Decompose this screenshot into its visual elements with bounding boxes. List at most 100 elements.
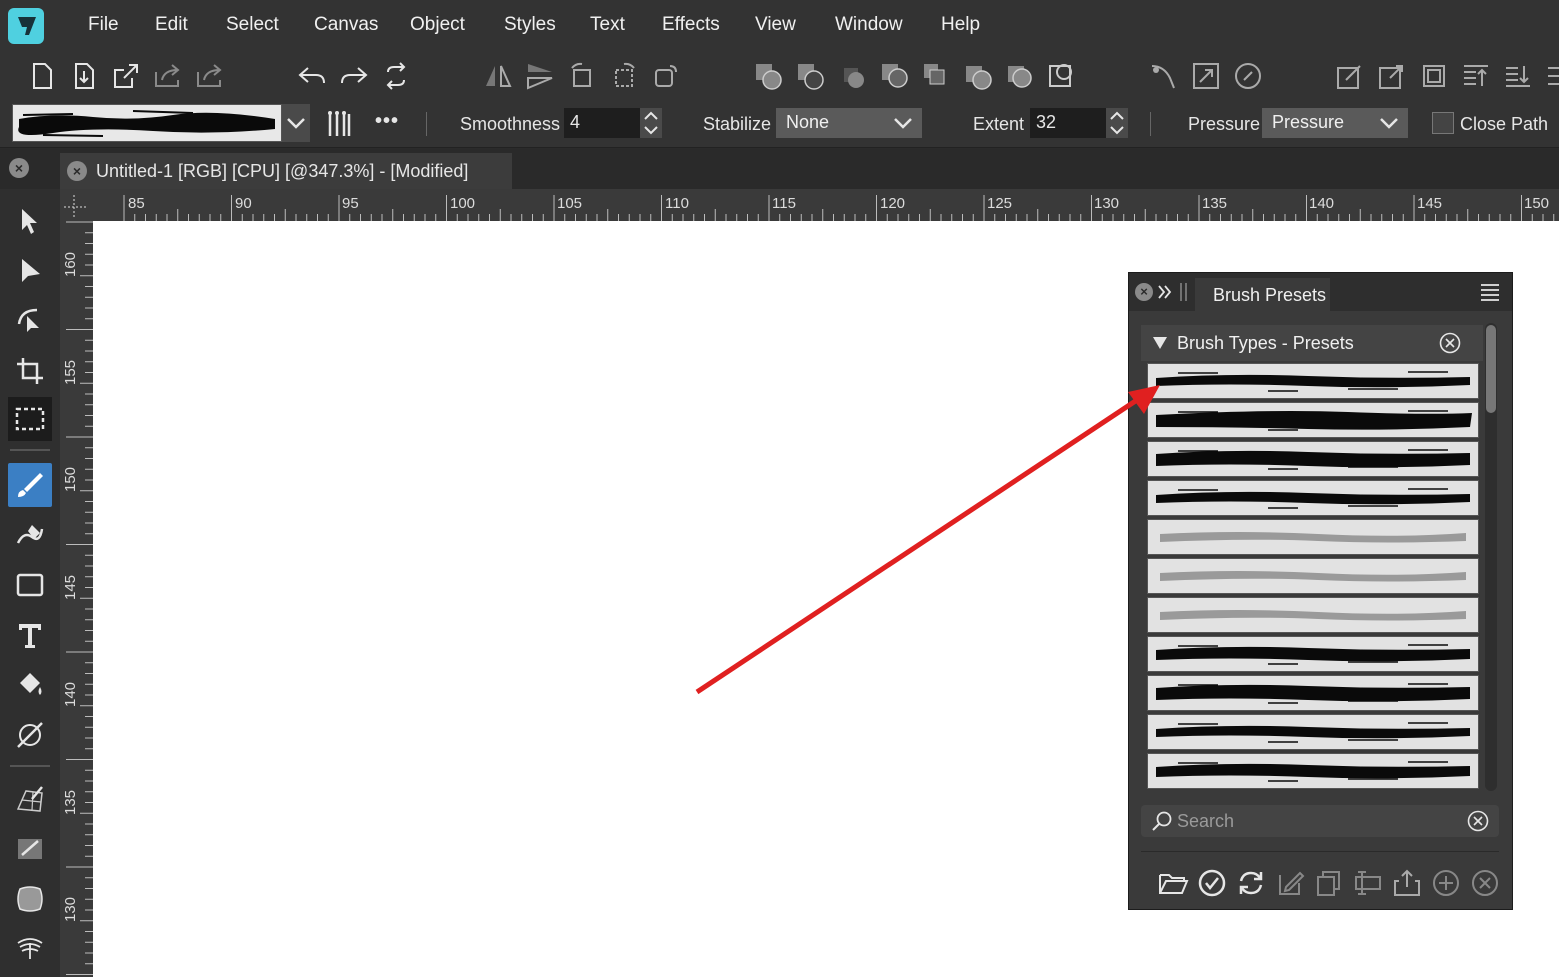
- menu-window[interactable]: Window: [835, 14, 903, 36]
- share-icon[interactable]: [152, 60, 184, 92]
- tab-brush-presets[interactable]: Brush Presets: [1195, 278, 1330, 311]
- stabilize-select[interactable]: None: [776, 108, 922, 138]
- brush-preset-item[interactable]: [1147, 597, 1479, 633]
- gradient-tool-icon[interactable]: [8, 713, 52, 757]
- brush-preview[interactable]: [12, 104, 282, 142]
- app-logo-icon[interactable]: [8, 8, 44, 44]
- boolean-subtract-icon[interactable]: [794, 60, 826, 92]
- brush-preset-item[interactable]: [1147, 558, 1479, 594]
- menu-object[interactable]: Object: [410, 14, 465, 36]
- refresh-icon[interactable]: [1235, 867, 1267, 899]
- boolean-intersect-icon[interactable]: [836, 60, 868, 92]
- arrange-front-icon[interactable]: [1376, 60, 1408, 92]
- close-panel-icon[interactable]: ×: [9, 158, 29, 178]
- redo-icon[interactable]: [338, 60, 370, 92]
- brush-dropdown-button[interactable]: [282, 104, 310, 142]
- boolean-add-icon[interactable]: [752, 60, 784, 92]
- rename-icon[interactable]: [1352, 867, 1384, 899]
- mesh-warp-tool-icon[interactable]: [8, 777, 52, 821]
- share-alt-icon[interactable]: [194, 60, 226, 92]
- rotate-left-icon[interactable]: [566, 60, 598, 92]
- undo-icon[interactable]: [296, 60, 328, 92]
- vertical-ruler[interactable]: 160 155 150 145 140 135 130: [60, 221, 93, 977]
- close-tab-icon[interactable]: ×: [67, 161, 87, 181]
- brush-preset-item[interactable]: [1147, 402, 1479, 438]
- brush-tools-icon[interactable]: [325, 108, 353, 140]
- link-icon[interactable]: [1232, 60, 1264, 92]
- menu-edit[interactable]: Edit: [155, 14, 188, 36]
- vector-crop-tool-icon[interactable]: [8, 877, 52, 921]
- export-icon[interactable]: [110, 60, 142, 92]
- extent-stepper[interactable]: [1106, 108, 1128, 138]
- transparency-tool-icon[interactable]: [8, 827, 52, 871]
- join-icon[interactable]: [1004, 60, 1036, 92]
- transform-icon[interactable]: [650, 60, 682, 92]
- clear-search-icon[interactable]: [1467, 810, 1489, 832]
- menu-help[interactable]: Help: [941, 14, 980, 36]
- flip-vertical-icon[interactable]: [524, 60, 556, 92]
- align-top-icon[interactable]: [1460, 60, 1492, 92]
- brush-preset-item[interactable]: [1147, 480, 1479, 516]
- snapping-icon[interactable]: [1148, 60, 1180, 92]
- horizontal-ruler[interactable]: 85 90 95 100 105 110 115 120 125 130 135…: [60, 189, 1559, 221]
- rectangle-tool-icon[interactable]: [8, 563, 52, 607]
- edit-icon[interactable]: [1274, 867, 1306, 899]
- layers-icon[interactable]: [1418, 60, 1450, 92]
- repeat-icon[interactable]: [380, 60, 412, 92]
- node-tool-icon[interactable]: [8, 249, 52, 293]
- rotate-right-icon[interactable]: [608, 60, 640, 92]
- export-share-icon[interactable]: [1391, 867, 1423, 899]
- arrange-back-icon[interactable]: [1334, 60, 1366, 92]
- combine-icon[interactable]: [962, 60, 994, 92]
- text-tool-icon[interactable]: [8, 613, 52, 657]
- more-options-icon[interactable]: •••: [375, 110, 399, 133]
- panel-scrollbar[interactable]: [1485, 323, 1497, 791]
- align-bottom-icon[interactable]: [1502, 60, 1534, 92]
- corner-tool-icon[interactable]: [8, 299, 52, 343]
- brush-preset-item[interactable]: [1147, 753, 1479, 789]
- align-more-icon[interactable]: [1544, 60, 1559, 92]
- brush-preset-item[interactable]: [1147, 636, 1479, 672]
- menu-select[interactable]: Select: [226, 14, 279, 36]
- boolean-divide-icon[interactable]: [920, 60, 952, 92]
- duplicate-icon[interactable]: [1313, 867, 1345, 899]
- drag-handle-icon[interactable]: [1179, 281, 1189, 303]
- menu-view[interactable]: View: [755, 14, 796, 36]
- brush-preset-item[interactable]: [1147, 441, 1479, 477]
- flip-horizontal-icon[interactable]: [482, 60, 514, 92]
- triangle-down-icon[interactable]: [1153, 337, 1167, 349]
- menu-effects[interactable]: Effects: [662, 14, 720, 36]
- marquee-tool-icon[interactable]: [8, 397, 52, 441]
- geometry-icon[interactable]: [1046, 60, 1078, 92]
- brush-search-field[interactable]: Search: [1141, 805, 1499, 837]
- brush-preset-item[interactable]: [1147, 519, 1479, 555]
- menu-text[interactable]: Text: [590, 14, 625, 36]
- brush-preset-item[interactable]: [1147, 363, 1479, 399]
- delete-icon[interactable]: [1469, 867, 1501, 899]
- menu-file[interactable]: File: [88, 14, 119, 36]
- crop-tool-icon[interactable]: [8, 349, 52, 393]
- add-icon[interactable]: [1430, 867, 1462, 899]
- panel-menu-icon[interactable]: [1480, 283, 1500, 301]
- close-path-checkbox[interactable]: [1432, 112, 1454, 134]
- open-folder-icon[interactable]: [1157, 867, 1189, 899]
- boolean-xor-icon[interactable]: [878, 60, 910, 92]
- close-panel-icon[interactable]: ×: [1135, 283, 1153, 301]
- smoothness-stepper[interactable]: [640, 108, 662, 138]
- fill-tool-icon[interactable]: [8, 663, 52, 707]
- brush-preset-item[interactable]: [1147, 714, 1479, 750]
- menu-canvas[interactable]: Canvas: [314, 14, 378, 36]
- apply-checkmark-icon[interactable]: [1196, 867, 1228, 899]
- close-category-icon[interactable]: [1439, 332, 1461, 354]
- brush-category-header[interactable]: Brush Types - Presets: [1141, 325, 1483, 361]
- brush-tool-icon[interactable]: [8, 463, 52, 507]
- new-document-icon[interactable]: [26, 60, 58, 92]
- collapse-panel-icon[interactable]: [1157, 283, 1173, 301]
- resize-icon[interactable]: [1190, 60, 1222, 92]
- extent-input[interactable]: 32: [1030, 108, 1106, 138]
- scrollbar-thumb[interactable]: [1486, 325, 1496, 413]
- brush-preset-item[interactable]: [1147, 675, 1479, 711]
- import-icon[interactable]: [68, 60, 100, 92]
- move-tool-icon[interactable]: [8, 199, 52, 243]
- pen-tool-icon[interactable]: [8, 513, 52, 557]
